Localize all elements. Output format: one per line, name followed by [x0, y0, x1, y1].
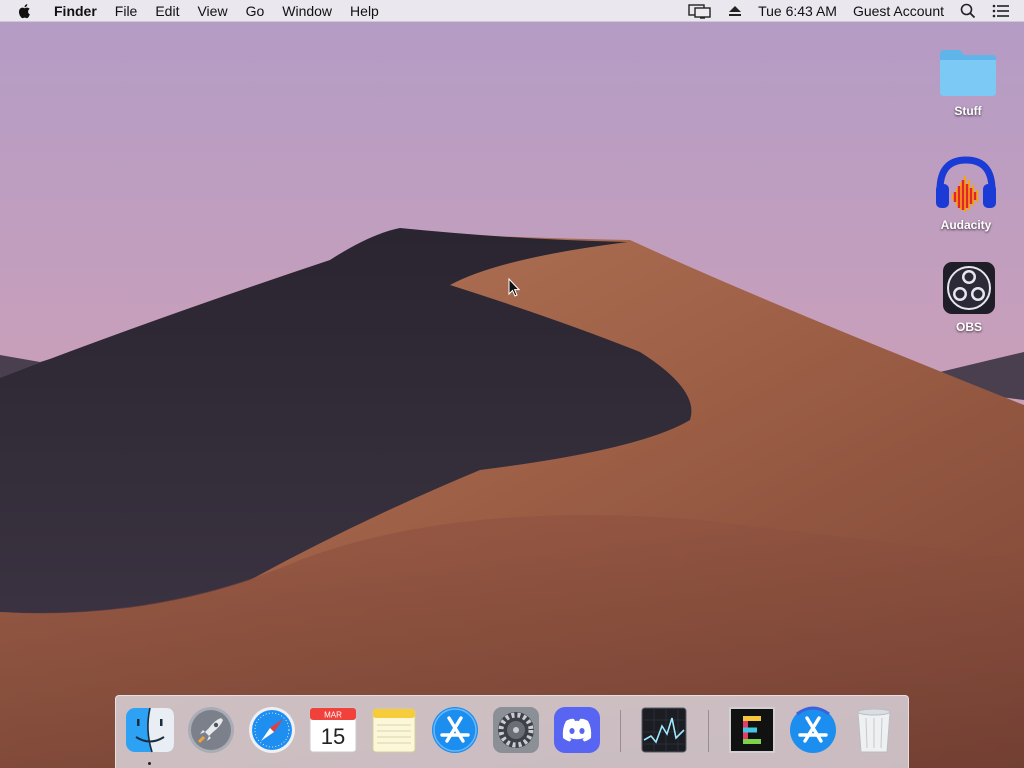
desktop-item-obs[interactable]: OBS	[929, 260, 1009, 334]
dock-item-discord[interactable]	[551, 704, 603, 756]
dock-item-launchpad[interactable]	[185, 704, 237, 756]
dock-item-epic[interactable]	[726, 704, 778, 756]
dock-item-notes[interactable]	[368, 704, 420, 756]
dock-item-finder[interactable]	[124, 704, 176, 756]
notes-icon	[372, 708, 416, 753]
dock-item-app-store[interactable]	[429, 704, 481, 756]
app-store-download-icon	[790, 706, 836, 753]
safari-icon	[249, 707, 295, 753]
app-menu-finder[interactable]: Finder	[54, 3, 106, 19]
dock-item-calendar[interactable]: MAR 15	[307, 704, 359, 756]
audacity-icon	[936, 156, 996, 212]
dock-item-app-store-download[interactable]	[787, 704, 839, 756]
menu-go[interactable]: Go	[237, 3, 274, 19]
app-store-icon	[432, 707, 478, 753]
activity-monitor-icon	[641, 707, 687, 753]
desktop-item-label: OBS	[955, 320, 982, 334]
launchpad-icon	[188, 707, 234, 753]
running-indicator	[148, 762, 151, 765]
apple-menu-icon[interactable]	[18, 2, 36, 20]
epic-icon	[729, 707, 775, 753]
dock-separator	[620, 710, 621, 752]
dock: MAR 15	[115, 695, 909, 768]
menu-help[interactable]: Help	[341, 3, 388, 19]
desktop-item-label: Stuff	[954, 104, 982, 118]
notification-center-icon[interactable]	[984, 0, 1024, 22]
system-preferences-icon	[493, 707, 539, 753]
desktop-item-stuff[interactable]: Stuff	[928, 44, 1008, 118]
menu-view[interactable]: View	[188, 3, 236, 19]
dock-item-safari[interactable]	[246, 704, 298, 756]
eject-icon[interactable]	[720, 0, 750, 22]
display-mirroring-icon[interactable]	[680, 0, 720, 22]
user-account-menu[interactable]: Guest Account	[845, 3, 952, 19]
discord-icon	[554, 707, 600, 753]
desktop-item-label: Audacity	[940, 218, 992, 232]
trash-icon	[857, 708, 891, 753]
dock-item-system-preferences[interactable]	[490, 704, 542, 756]
dock-item-trash[interactable]	[848, 704, 900, 756]
menu-file[interactable]: File	[106, 3, 147, 19]
status-area: Tue 6:43 AM Guest Account	[680, 0, 1024, 22]
obs-icon	[943, 262, 995, 314]
menu-edit[interactable]: Edit	[146, 3, 188, 19]
menubar-clock[interactable]: Tue 6:43 AM	[750, 3, 845, 19]
calendar-month: MAR	[324, 711, 342, 720]
desktop-wallpaper	[0, 0, 1024, 768]
desktop-item-audacity[interactable]: Audacity	[926, 154, 1006, 232]
menu-window[interactable]: Window	[273, 3, 341, 19]
dock-separator	[708, 710, 709, 752]
calendar-day: 15	[321, 724, 345, 749]
calendar-icon: MAR 15	[309, 707, 357, 753]
menu-bar: Finder File Edit View Go Window Help Tue…	[0, 0, 1024, 22]
spotlight-search-icon[interactable]	[952, 0, 984, 22]
folder-icon	[940, 50, 996, 96]
dock-item-activity-monitor[interactable]	[638, 704, 690, 756]
mouse-cursor-icon	[508, 278, 520, 297]
finder-icon	[126, 707, 174, 753]
